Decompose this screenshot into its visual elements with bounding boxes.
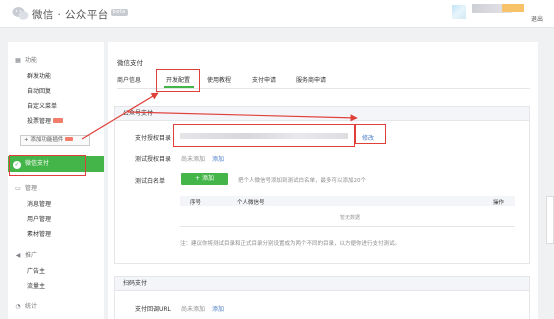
whitelist-label: 测试白名单 (135, 178, 166, 185)
page-title: 微信支付 (117, 59, 143, 67)
callback-url-label: 支付回调URL (135, 306, 171, 313)
sidebar-section-promotion: ◀ 推广 (15, 252, 38, 259)
wechat-logo-icon (12, 7, 29, 20)
test-dir-label: 测试授权目录 (135, 156, 172, 163)
card-title: 扫码支付 (115, 277, 529, 291)
sidebar-item-vote[interactable]: 投票管理 (27, 116, 64, 125)
sidebar-section-stats: ◔ 统计 (15, 303, 38, 310)
annotation-box-pay-dir (173, 124, 355, 147)
callback-url-value: 尚未添加 (181, 306, 206, 313)
beta-badge: beta (110, 9, 128, 16)
sidebar-item-messages[interactable]: 消息管理 (27, 199, 51, 208)
whitelist-add-button[interactable]: + 添加 (181, 173, 228, 185)
floating-side-tab[interactable] (546, 196, 554, 244)
sidebar (8, 42, 104, 319)
megaphone-icon: ◀ (15, 252, 21, 259)
pay-dir-label: 支付授权目录 (135, 135, 172, 142)
top-bar: 微信 · 公众平台 beta 退出 (0, 0, 554, 28)
logout-link[interactable]: 退出 (531, 14, 543, 23)
grid-icon: ▦ (15, 57, 21, 64)
whitelist-hint: 把个人微信号添加到测试白名单，最多可以添加20个 (238, 178, 367, 184)
avatar[interactable] (452, 5, 466, 19)
card-title: 公众号支付 (115, 107, 529, 121)
sidebar-item-auto-reply[interactable]: 自动回复 (27, 86, 51, 95)
whitelist-table-header (180, 196, 515, 206)
column-header-index: 序号 (190, 200, 202, 206)
annotation-box-modify (355, 124, 386, 144)
new-badge (53, 118, 64, 123)
monitor-icon: ▭ (15, 185, 21, 192)
annotation-box-dev-config (156, 69, 200, 92)
sidebar-item-users[interactable]: 用户管理 (27, 214, 51, 223)
qr-pay-card: 扫码支付 (114, 276, 530, 319)
new-badge (65, 137, 74, 141)
test-dir-value: 尚未添加 (181, 156, 206, 163)
callback-url-add-link[interactable]: 添加 (212, 304, 224, 313)
tab-tutorial[interactable]: 使用教程 (207, 75, 231, 84)
sidebar-item-mass-send[interactable]: 群发功能 (27, 71, 51, 80)
sidebar-item-advertiser[interactable]: 广告主 (27, 266, 45, 275)
tab-merchant-info[interactable]: 商户信息 (117, 75, 141, 84)
sidebar-item-publisher[interactable]: 流量主 (27, 281, 45, 290)
empty-state-text: 暂无数据 (340, 215, 361, 221)
column-header-actions: 操作 (493, 200, 505, 206)
sidebar-section-features: ▦ 功能 (15, 57, 38, 64)
sidebar-section-manage: ▭ 管理 (15, 185, 38, 192)
brand-title[interactable]: 微信 · 公众平台 beta (32, 7, 128, 22)
chart-icon: ◔ (15, 303, 21, 310)
test-dir-add-link[interactable]: 添加 (212, 154, 224, 163)
add-plugin-button[interactable]: + 添加功能插件 (20, 135, 90, 146)
tab-pay-apply[interactable]: 支付申请 (252, 75, 276, 84)
annotation-box-wechat-pay (9, 155, 86, 176)
card-note: 注：建议你将测试目录和正式目录分别设置成为两个不同的目录，以方便你进行支付测试。 (180, 241, 401, 247)
sidebar-item-custom-menu[interactable]: 自定义菜单 (27, 101, 57, 110)
column-header-wechat-id: 个人微信号 (237, 200, 265, 206)
sidebar-item-materials[interactable]: 素材管理 (27, 229, 51, 238)
account-tag-blurred (502, 4, 524, 12)
tab-provider-apply[interactable]: 服务商申请 (296, 75, 326, 84)
